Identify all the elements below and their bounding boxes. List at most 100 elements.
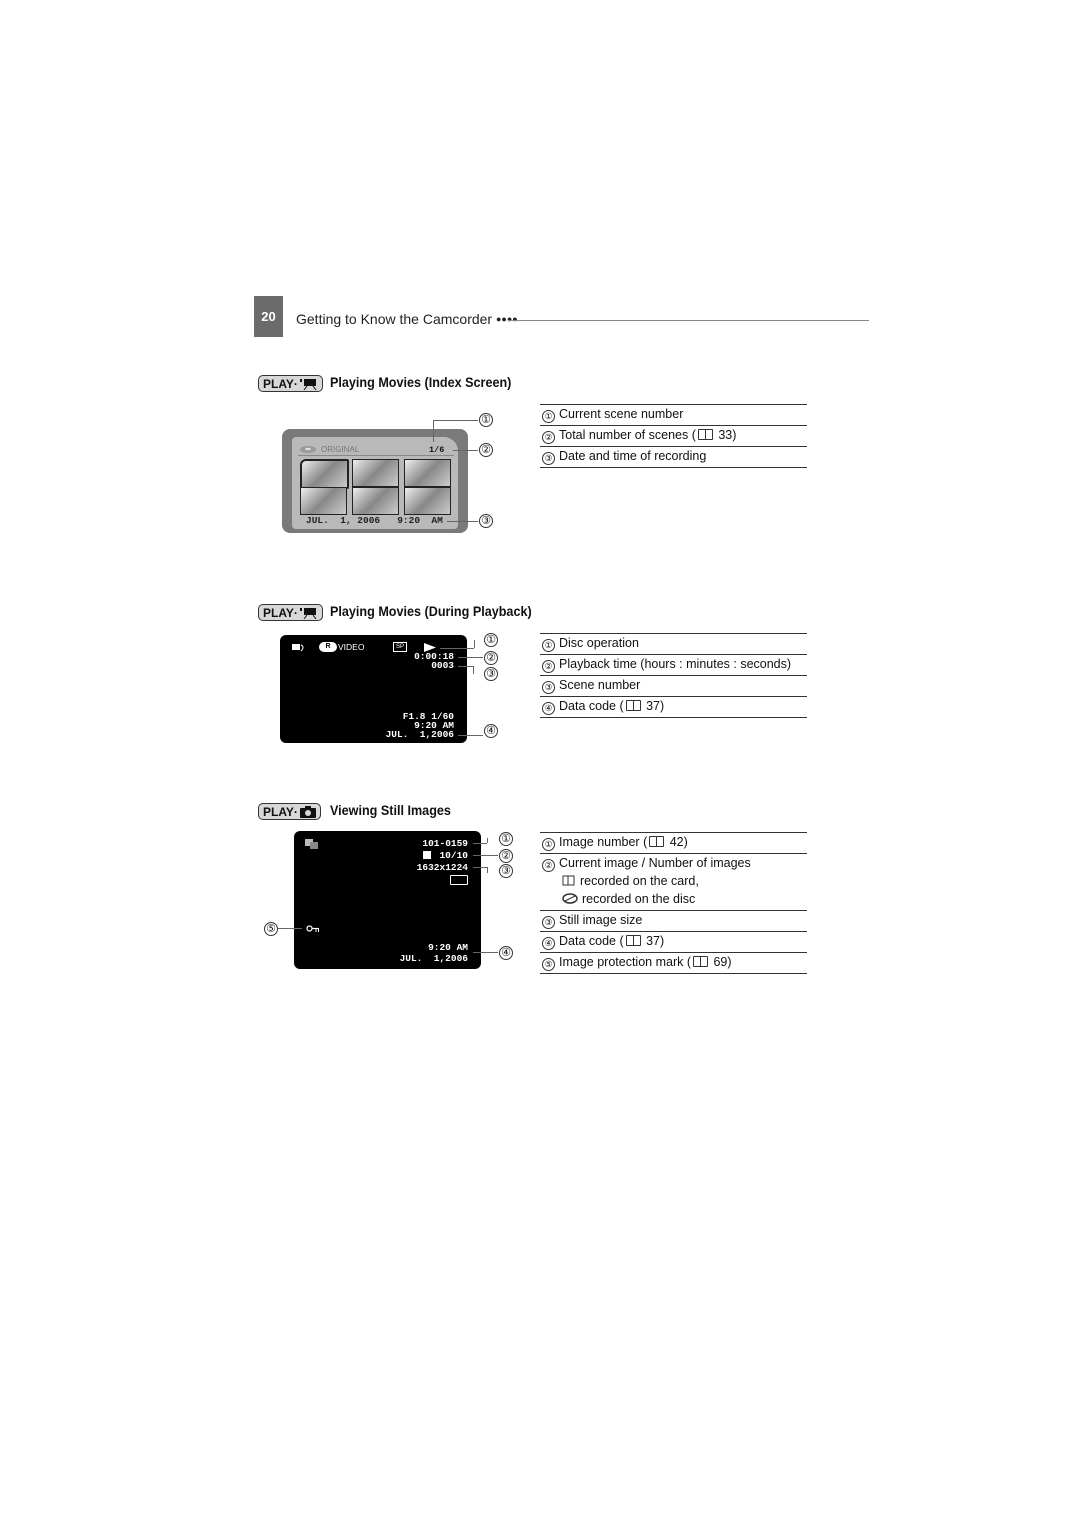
legend-text: Scene number [559, 678, 641, 692]
legend-row: ① Image number ( 42) [540, 832, 807, 853]
legend-num: ④ [542, 937, 555, 950]
battery-icon [450, 875, 468, 885]
still-date: JUL. 1,2006 [399, 953, 468, 964]
index-source-label: ORIGINAL [321, 445, 360, 454]
legend-text: Total number of scenes ( [559, 428, 696, 442]
legend-text: recorded on the card, [580, 874, 699, 888]
legend-row: ② Playback time (hours : minutes : second… [540, 654, 807, 675]
protection-key-icon [306, 925, 319, 932]
card-icon [562, 875, 575, 886]
page-ref: 37) [646, 934, 665, 948]
callout-leader [278, 928, 302, 929]
legend-row: ③ Still image size [540, 910, 807, 931]
disc-icon [300, 446, 316, 453]
legend-text: Current image / Number of images [559, 856, 751, 870]
callout-leader [473, 843, 487, 844]
index-scene-count: 1/6 [429, 445, 445, 455]
callout-2: ② [479, 443, 493, 457]
thumbnail[interactable] [404, 487, 451, 515]
legend-num: ③ [542, 452, 555, 465]
legend-num: ⑤ [542, 958, 555, 971]
image-number: 101-0159 [422, 838, 468, 849]
page-ref: 37) [646, 699, 665, 713]
callout-2: ② [484, 651, 498, 665]
legend-row: ⑤ Image protection mark ( 69) [540, 952, 807, 974]
callout-leader [453, 450, 478, 451]
photo-playback-icon [305, 839, 318, 849]
still-clock: 9:20 AM [428, 942, 468, 953]
legend-text: Disc operation [559, 636, 639, 650]
legend-row: ② Current image / Number of images record… [540, 853, 807, 910]
legend-num: ① [542, 838, 555, 851]
book-icon [693, 956, 708, 967]
callout-5: ⑤ [264, 922, 278, 936]
thumbnail[interactable] [404, 459, 451, 487]
legend-num: ① [542, 410, 555, 423]
legend-text: Date and time of recording [559, 449, 707, 463]
legend-row: ④ Data code ( 37) [540, 931, 807, 952]
legend-row: ④ Data code ( 37) [540, 696, 807, 718]
callout-leader [473, 952, 498, 953]
page-number: 20 [254, 296, 283, 337]
callout-3: ③ [499, 864, 513, 878]
recording-date: JUL. 1,2006 [385, 729, 454, 740]
legend-text: Data code ( [559, 934, 624, 948]
chapter-rule [508, 320, 869, 321]
scene-number: 0003 [431, 660, 454, 671]
disc-icon [562, 893, 578, 904]
recording-mode-badge: SP [393, 642, 407, 652]
page-ref: 69) [713, 955, 732, 969]
legend-text: Data code ( [559, 699, 624, 713]
play-photo-mode-badge: PLAY· [258, 803, 321, 820]
legend-num: ② [542, 859, 555, 872]
page-ref: 33) [718, 428, 737, 442]
legend-text: recorded on the disc [582, 892, 696, 906]
legend-num: ② [542, 660, 555, 673]
legend-row: ② Total number of scenes ( 33) [540, 425, 807, 446]
callout-leader [447, 521, 478, 522]
legend-index-screen: ① Current scene number ② Total number of s… [540, 404, 807, 468]
callout-leader [458, 666, 473, 667]
play-movie-mode-badge: PLAY· [258, 375, 323, 392]
mode-badge-text: PLAY· [263, 605, 298, 620]
legend-sub-disc: recorded on the disc [542, 890, 805, 908]
thumbnail[interactable] [352, 487, 399, 515]
legend-text: Image number ( [559, 835, 648, 849]
camera-icon [299, 805, 316, 818]
legend-row: ① Current scene number [540, 404, 807, 425]
book-icon [697, 429, 713, 440]
legend-text: Playback time (hours : minutes : seconds… [559, 657, 792, 671]
callout-3: ③ [479, 514, 493, 528]
section-title-during-playback: Playing Movies (During Playback) [330, 603, 532, 619]
callout-leader [473, 867, 487, 868]
callout-4: ④ [499, 946, 513, 960]
book-icon [649, 836, 665, 847]
thumbnail[interactable] [300, 459, 349, 489]
thumbnail[interactable] [300, 487, 347, 515]
legend-sub-card: recorded on the card, [542, 872, 805, 890]
callout-leader [474, 640, 475, 648]
callout-1: ① [484, 633, 498, 647]
callout-leader [487, 867, 488, 873]
callout-leader [440, 648, 474, 649]
section-title-still-images: Viewing Still Images [330, 802, 451, 818]
callout-leader [433, 420, 434, 442]
callout-leader [433, 420, 478, 421]
disc-type-badge: R [319, 642, 337, 652]
chapter-title-text: Getting to Know the Camcorder [296, 311, 493, 327]
index-divider [298, 455, 454, 456]
callout-leader [473, 855, 498, 856]
legend-row: ③ Date and time of recording [540, 446, 807, 468]
callout-1: ① [499, 832, 513, 846]
legend-text: Still image size [559, 913, 643, 927]
book-icon [625, 700, 641, 711]
book-icon [625, 935, 641, 946]
callout-leader [458, 657, 483, 658]
image-count: 10/10 [439, 850, 468, 861]
thumbnail[interactable] [352, 459, 399, 487]
legend-text: Current scene number [559, 407, 684, 421]
index-recording-date: JUL. 1, 2006 9:20 AM [306, 515, 443, 526]
section-title-index-screen: Playing Movies (Index Screen) [330, 374, 512, 390]
mode-badge-text: PLAY· [263, 376, 298, 391]
movie-camera-icon [299, 607, 317, 619]
